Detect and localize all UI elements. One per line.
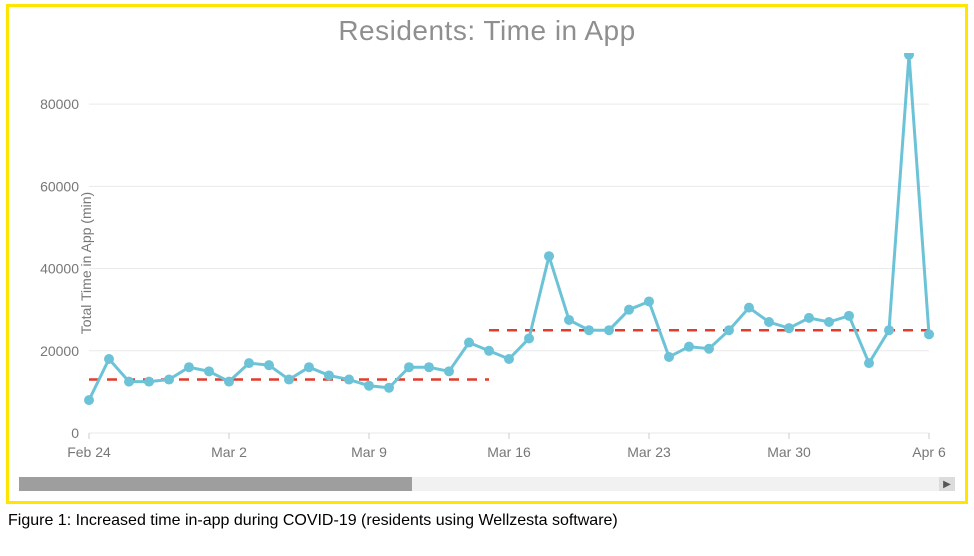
data-point: [284, 375, 294, 385]
svg-text:Feb 24: Feb 24: [67, 444, 111, 460]
svg-text:0: 0: [71, 425, 79, 441]
data-point: [124, 377, 134, 387]
scroll-right-arrow[interactable]: ▶: [939, 477, 955, 491]
svg-text:Mar 2: Mar 2: [211, 444, 247, 460]
data-point: [224, 377, 234, 387]
data-point: [864, 358, 874, 368]
svg-text:20000: 20000: [40, 343, 79, 359]
data-point: [324, 370, 334, 380]
data-point: [564, 315, 574, 325]
horizontal-scrollbar[interactable]: ▶: [19, 477, 955, 491]
data-point: [624, 305, 634, 315]
line-chart-svg: 0 20000 40000 60000 80000 Feb 24 Mar 2 Mar 9 Mar…: [19, 53, 949, 473]
figure-caption: Figure 1: Increased time in-app during C…: [8, 512, 968, 530]
data-point: [604, 325, 614, 335]
data-point: [144, 377, 154, 387]
svg-text:Apr 6: Apr 6: [912, 444, 946, 460]
data-point: [84, 395, 94, 405]
svg-text:Mar 23: Mar 23: [627, 444, 671, 460]
data-point: [584, 325, 594, 335]
data-point: [464, 338, 474, 348]
data-point: [424, 362, 434, 372]
data-point: [704, 344, 714, 354]
data-point: [484, 346, 494, 356]
data-point: [724, 325, 734, 335]
data-point: [344, 375, 354, 385]
data-point: [364, 381, 374, 391]
data-point: [244, 358, 254, 368]
data-point: [444, 366, 454, 376]
data-point: [784, 323, 794, 333]
data-point: [264, 360, 274, 370]
data-point: [204, 366, 214, 376]
data-point: [884, 325, 894, 335]
data-point: [924, 329, 934, 339]
data-point: [804, 313, 814, 323]
data-point: [384, 383, 394, 393]
data-point: [664, 352, 674, 362]
data-point: [184, 362, 194, 372]
plot-area: Total Time in App (min) 0 20000 40000 60000…: [19, 53, 955, 473]
svg-text:Mar 16: Mar 16: [487, 444, 531, 460]
data-point: [404, 362, 414, 372]
data-point: [904, 53, 914, 60]
scrollbar-thumb[interactable]: [19, 477, 412, 491]
chart-title: Residents: Time in App: [19, 15, 955, 47]
series-line: [89, 55, 929, 400]
svg-text:Mar 9: Mar 9: [351, 444, 387, 460]
data-point: [684, 342, 694, 352]
data-point: [744, 303, 754, 313]
svg-text:60000: 60000: [40, 178, 79, 194]
svg-text:Mar 30: Mar 30: [767, 444, 811, 460]
data-point: [644, 296, 654, 306]
y-axis-label: Total Time in App (min): [78, 192, 94, 334]
data-point: [544, 251, 554, 261]
data-point: [304, 362, 314, 372]
data-point: [504, 354, 514, 364]
data-point: [164, 375, 174, 385]
data-point: [764, 317, 774, 327]
data-point: [524, 333, 534, 343]
data-point: [824, 317, 834, 327]
svg-text:80000: 80000: [40, 96, 79, 112]
svg-text:40000: 40000: [40, 261, 79, 277]
chart-container: Residents: Time in App Total Time in App…: [6, 4, 968, 504]
data-point: [844, 311, 854, 321]
data-point: [104, 354, 114, 364]
